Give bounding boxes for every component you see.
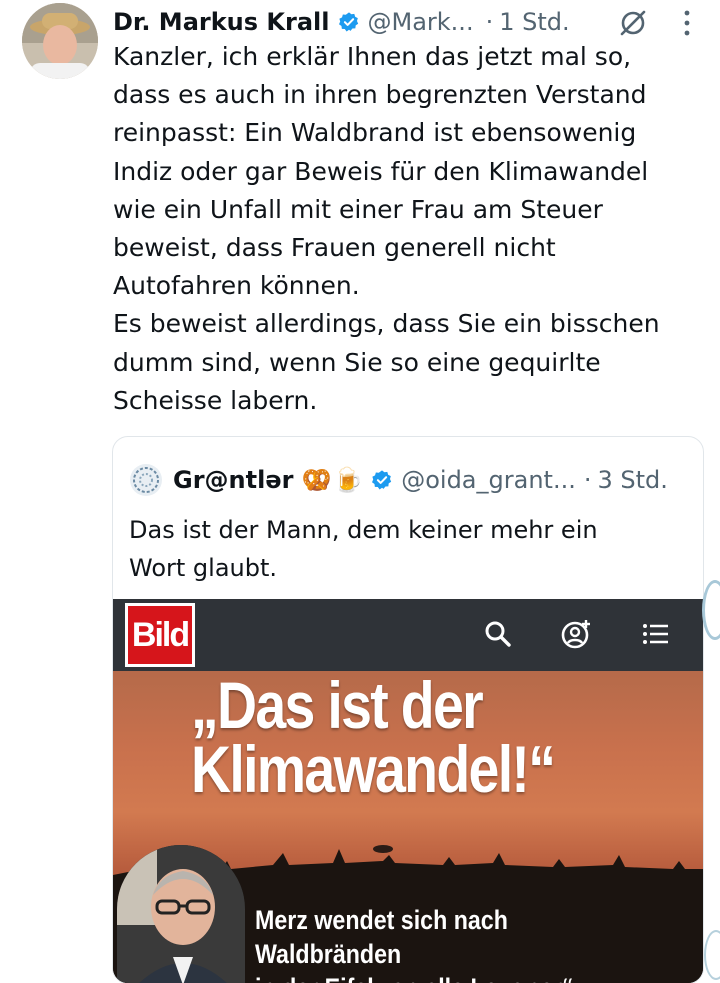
edge-partial-element: [704, 930, 720, 980]
tweet-timestamp[interactable]: 1 Std.: [499, 8, 569, 36]
author-name[interactable]: Dr. Markus Krall: [113, 8, 330, 36]
bild-logo: Bild: [125, 603, 195, 667]
edge-partial-element: [702, 580, 720, 640]
quoted-author-avatar[interactable]: [129, 463, 163, 497]
author-avatar[interactable]: [22, 3, 98, 79]
merz-portrait: [117, 845, 245, 983]
quoted-author-emoji: 🥨 🍺: [301, 466, 363, 494]
quoted-header-separator: ·: [583, 466, 592, 494]
pretzel-emoji: 🥨: [301, 466, 332, 494]
quoted-tweet-timestamp[interactable]: 3 Std.: [597, 466, 667, 494]
beer-emoji: 🍺: [333, 466, 364, 494]
grok-icon[interactable]: [618, 8, 648, 38]
quoted-tweet-text: Das ist der Mann, dem keiner mehr ein Wo…: [129, 516, 598, 582]
bild-app-bar: Bild: [113, 599, 703, 671]
user-add-icon: [561, 620, 590, 649]
quoted-author-name[interactable]: Gr@ntlər: [173, 466, 293, 494]
bild-subheadline: Merz wendet sich nach Waldbränden in der…: [255, 905, 574, 983]
tweet-text: Kanzler, ich erklär Ihnen das jetzt mal …: [113, 42, 660, 415]
tweet-header: Dr. Markus Krall @Mark... · 1 Std.: [113, 2, 713, 42]
quoted-author-handle[interactable]: @oida_grant...: [401, 466, 576, 494]
quoted-tweet-header: Gr@ntlər 🥨 🍺 @oida_grant... · 3 Std.: [129, 463, 668, 497]
tweet[interactable]: Dr. Markus Krall @Mark... · 1 Std. Kanzl…: [0, 0, 720, 983]
quoted-tweet-image[interactable]: Bild „Das ist der Klimawandel!“ Merz wen…: [113, 599, 703, 983]
verified-badge-icon: [372, 470, 392, 490]
quoted-tweet[interactable]: Gr@ntlər 🥨 🍺 @oida_grant... · 3 Std. Das…: [112, 436, 704, 983]
bild-headline: „Das ist der Klimawandel!“: [191, 668, 556, 806]
author-handle[interactable]: @Mark...: [368, 8, 474, 36]
header-separator: ·: [485, 8, 494, 36]
search-icon: [485, 621, 511, 647]
menu-list-icon: [643, 624, 668, 644]
more-options-icon[interactable]: [676, 6, 698, 40]
verified-badge-icon: [338, 12, 358, 32]
